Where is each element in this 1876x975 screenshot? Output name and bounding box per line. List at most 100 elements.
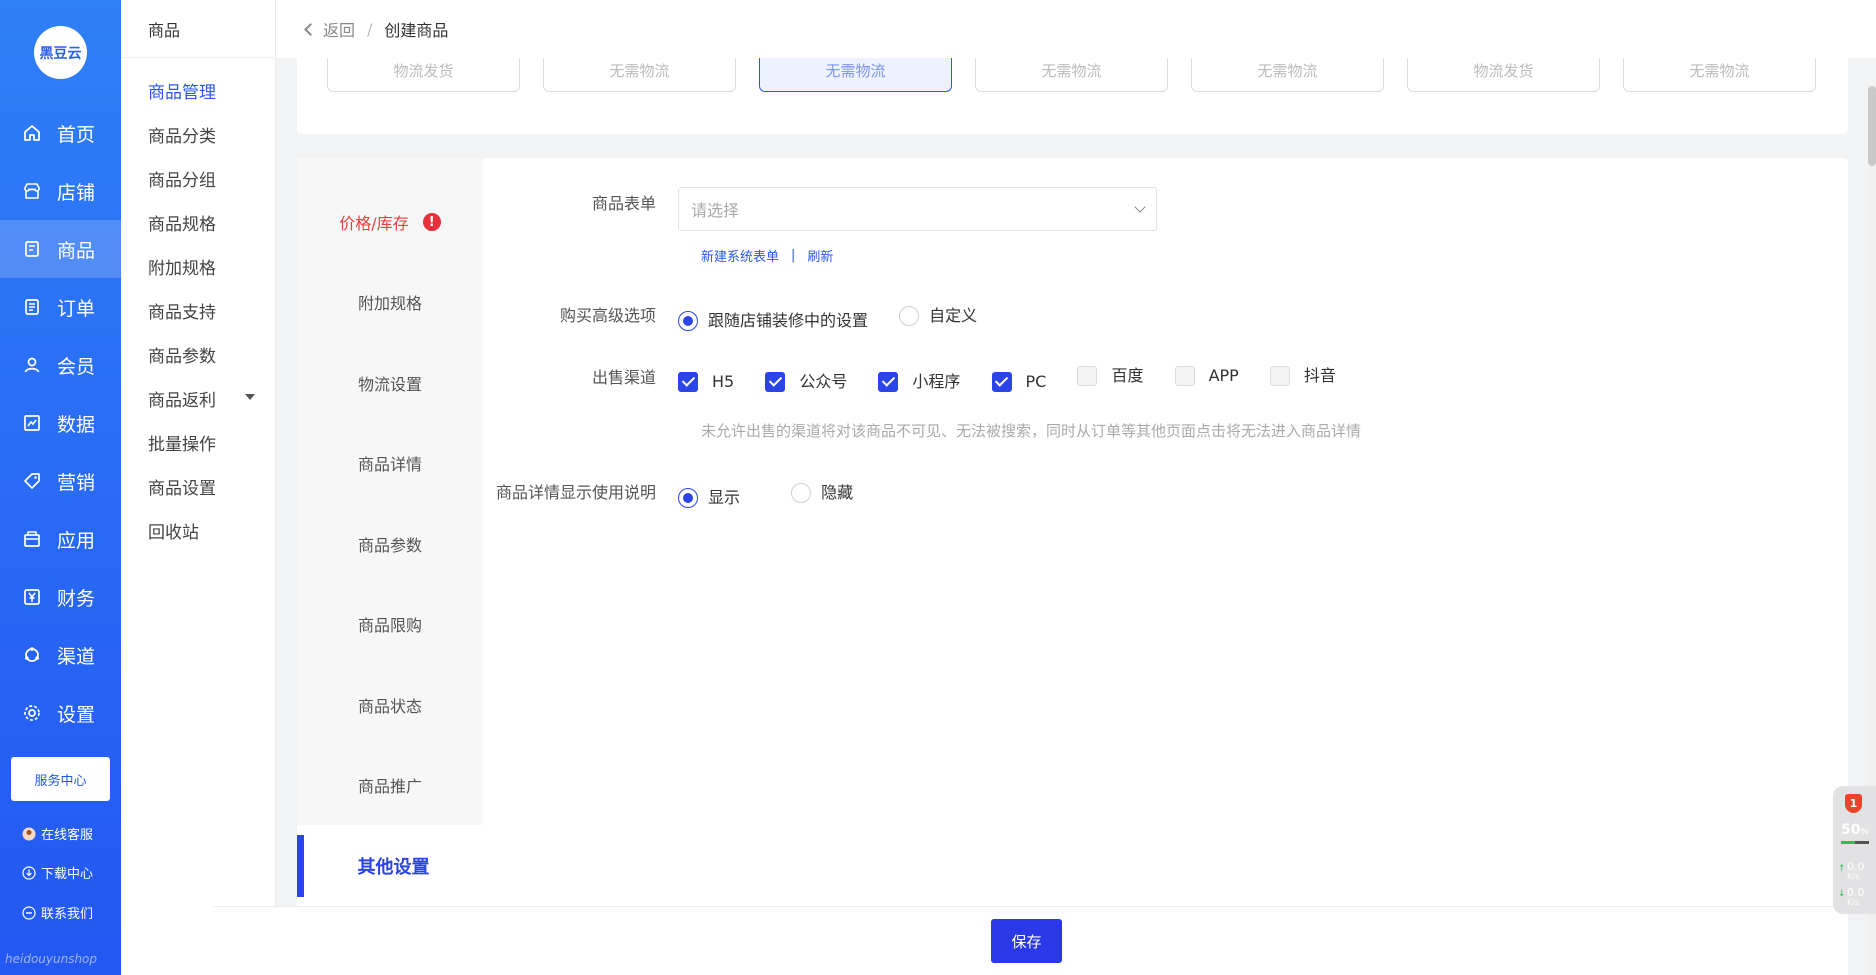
service-center-button[interactable]: 服务中心: [11, 757, 110, 801]
sidebar-item-goods-settings[interactable]: 商品设置: [121, 464, 275, 508]
online-service-link[interactable]: 在线客服: [22, 824, 93, 843]
memory-progress: [1841, 841, 1869, 844]
brand-logo-text: 黑豆云: [39, 45, 82, 62]
goods-type-chip[interactable]: 无需物流: [1623, 58, 1816, 92]
upload-speed-unit: K/s: [1847, 872, 1860, 881]
goods-type-chip[interactable]: 物流发货: [327, 58, 520, 92]
primary-nav: 首页 店铺 商品 订单 会员 数据 营销 应用 财务 渠道 设置: [0, 104, 121, 742]
primary-sidebar: 黑豆云 首页 店铺 商品 订单 会员 数据 营销 应用 财务 渠道 设置 服务中…: [0, 0, 121, 975]
secondary-sidebar: 商品 商品管理 商品分类 商品分组 商品规格 附加规格 商品支持 商品参数 商品…: [121, 0, 276, 975]
download-speed-unit: K/s: [1847, 898, 1860, 907]
brand-logo[interactable]: 黑豆云: [34, 26, 87, 79]
contact-us-label: 联系我们: [41, 907, 94, 922]
radio-label: 跟随店铺装修中的设置: [708, 311, 869, 330]
checkbox-label: 百度: [1111, 366, 1144, 385]
radio-follow-shop[interactable]: 跟随店铺装修中的设置: [678, 310, 868, 332]
nav-item-finance[interactable]: 财务: [0, 568, 121, 626]
sidebar-item-goods-category[interactable]: 商品分类: [121, 112, 275, 156]
page-title: 创建商品: [384, 21, 449, 40]
box-icon: [21, 528, 43, 550]
checkbox-app[interactable]: APP: [1174, 365, 1239, 387]
sidebar-item-goods-management[interactable]: 商品管理: [121, 68, 275, 112]
memory-percent: 50%: [1841, 822, 1869, 838]
brand-watermark: heidouyunshop: [5, 952, 98, 966]
sidebar-item-goods-spec[interactable]: 商品规格: [121, 200, 275, 244]
nav-item-apps[interactable]: 应用: [0, 510, 121, 568]
tab-goods-promotion[interactable]: 商品推广: [297, 765, 483, 805]
goods-type-chip[interactable]: 物流发货: [1407, 58, 1600, 92]
contact-us-link[interactable]: 联系我们: [22, 903, 93, 922]
app-root: 黑豆云 首页 店铺 商品 订单 会员 数据 营销 应用 财务 渠道 设置 服务中…: [0, 0, 1876, 975]
refresh-link[interactable]: 刷新: [807, 246, 833, 265]
tab-price-stock[interactable]: 价格/库存 !: [297, 202, 483, 242]
new-system-form-link[interactable]: 新建系统表单: [701, 246, 779, 265]
nav-item-goods[interactable]: 商品: [0, 220, 121, 278]
sidebar-item-recycle-bin[interactable]: 回收站: [121, 508, 275, 552]
form-section-tabs: 价格/库存 ! 附加规格 物流设置 商品详情 商品参数 商品限购 商品状态 商品…: [297, 158, 483, 825]
goods-type-chip[interactable]: 无需物流: [1191, 58, 1384, 92]
sidebar-item-goods-group[interactable]: 商品分组: [121, 156, 275, 200]
checkbox-baidu[interactable]: 百度: [1077, 365, 1143, 387]
sidebar-item-label: 商品返利: [148, 390, 216, 411]
home-icon: [21, 122, 43, 144]
tab-goods-status[interactable]: 商品状态: [297, 685, 483, 725]
goods-type-chip-selected[interactable]: 无需物流: [759, 58, 952, 92]
nav-item-marketing[interactable]: 营销: [0, 452, 121, 510]
tab-extra-spec[interactable]: 附加规格: [297, 282, 483, 322]
radio-label: 自定义: [929, 306, 978, 325]
performance-widget[interactable]: 1 50% ↑ 0.0 K/s ↓ 0.0 K/s: [1833, 786, 1876, 914]
radio-custom[interactable]: 自定义: [899, 305, 977, 327]
nav-item-store[interactable]: 店铺: [0, 162, 121, 220]
back-label: 返回: [323, 21, 356, 40]
radio-hide[interactable]: 隐藏: [791, 482, 853, 504]
goods-type-chip[interactable]: 无需物流: [543, 58, 736, 92]
radio-button: [899, 306, 920, 326]
scrollbar-thumb[interactable]: [1868, 86, 1876, 166]
checkbox-mini-program[interactable]: 小程序: [878, 371, 960, 393]
caret-down-icon: [245, 394, 255, 400]
sidebar-item-extra-spec[interactable]: 附加规格: [121, 244, 275, 288]
tab-logistics[interactable]: 物流设置: [297, 363, 483, 403]
nav-item-settings[interactable]: 设置: [0, 684, 121, 742]
goods-type-chip[interactable]: 无需物流: [975, 58, 1168, 92]
sales-channels-row: 出售渠道 H5 公众号 小程序 PC 百度 APP 抖音: [483, 365, 1362, 393]
yen-icon: [21, 586, 43, 608]
checkbox: [678, 371, 698, 392]
nav-item-data[interactable]: 数据: [0, 394, 121, 452]
sidebar-item-goods-rebate[interactable]: 商品返利: [121, 376, 275, 420]
sidebar-item-batch-ops[interactable]: 批量操作: [121, 420, 275, 464]
tab-other-settings[interactable]: 其他设置: [297, 835, 483, 897]
nav-item-label: 店铺: [57, 181, 96, 204]
chart-icon: [21, 412, 43, 434]
tab-goods-detail[interactable]: 商品详情: [297, 443, 483, 483]
checkbox: [1077, 366, 1098, 386]
error-icon: !: [422, 213, 441, 231]
radio-show[interactable]: 显示: [678, 487, 740, 509]
nav-item-orders[interactable]: 订单: [0, 278, 121, 336]
tab-purchase-limit[interactable]: 商品限购: [297, 604, 483, 644]
nav-item-members[interactable]: 会员: [0, 336, 121, 394]
nav-item-home[interactable]: 首页: [0, 104, 121, 162]
checkbox-douyin[interactable]: 抖音: [1269, 365, 1336, 387]
memory-percent-value: 50: [1841, 822, 1861, 838]
radio-label: 隐藏: [821, 483, 854, 502]
form-select-row: 商品表单 请选择: [483, 187, 1157, 231]
tab-label: 价格/库存: [339, 214, 409, 233]
download-center-link[interactable]: 下载中心: [22, 863, 93, 882]
save-button[interactable]: 保存: [991, 919, 1062, 963]
detail-instructions-options: 显示 隐藏: [678, 482, 879, 509]
back-link[interactable]: 返回: [304, 17, 356, 41]
sidebar-item-goods-support[interactable]: 商品支持: [121, 288, 275, 332]
nav-item-label: 营销: [57, 471, 96, 494]
goods-form-select[interactable]: 请选择: [678, 187, 1157, 231]
shield-icon: 1: [1845, 794, 1862, 813]
checkbox-h5[interactable]: H5: [678, 371, 734, 393]
checkbox-pc[interactable]: PC: [991, 371, 1046, 393]
secondary-nav: 商品管理 商品分类 商品分组 商品规格 附加规格 商品支持 商品参数 商品返利 …: [121, 58, 275, 552]
checkbox-official-account[interactable]: 公众号: [765, 371, 847, 393]
channel-icon: [21, 644, 43, 666]
tab-goods-params[interactable]: 商品参数: [297, 524, 483, 564]
sales-channels-options: H5 公众号 小程序 PC 百度 APP 抖音: [678, 365, 1362, 393]
sidebar-item-goods-params[interactable]: 商品参数: [121, 332, 275, 376]
nav-item-channels[interactable]: 渠道: [0, 626, 121, 684]
